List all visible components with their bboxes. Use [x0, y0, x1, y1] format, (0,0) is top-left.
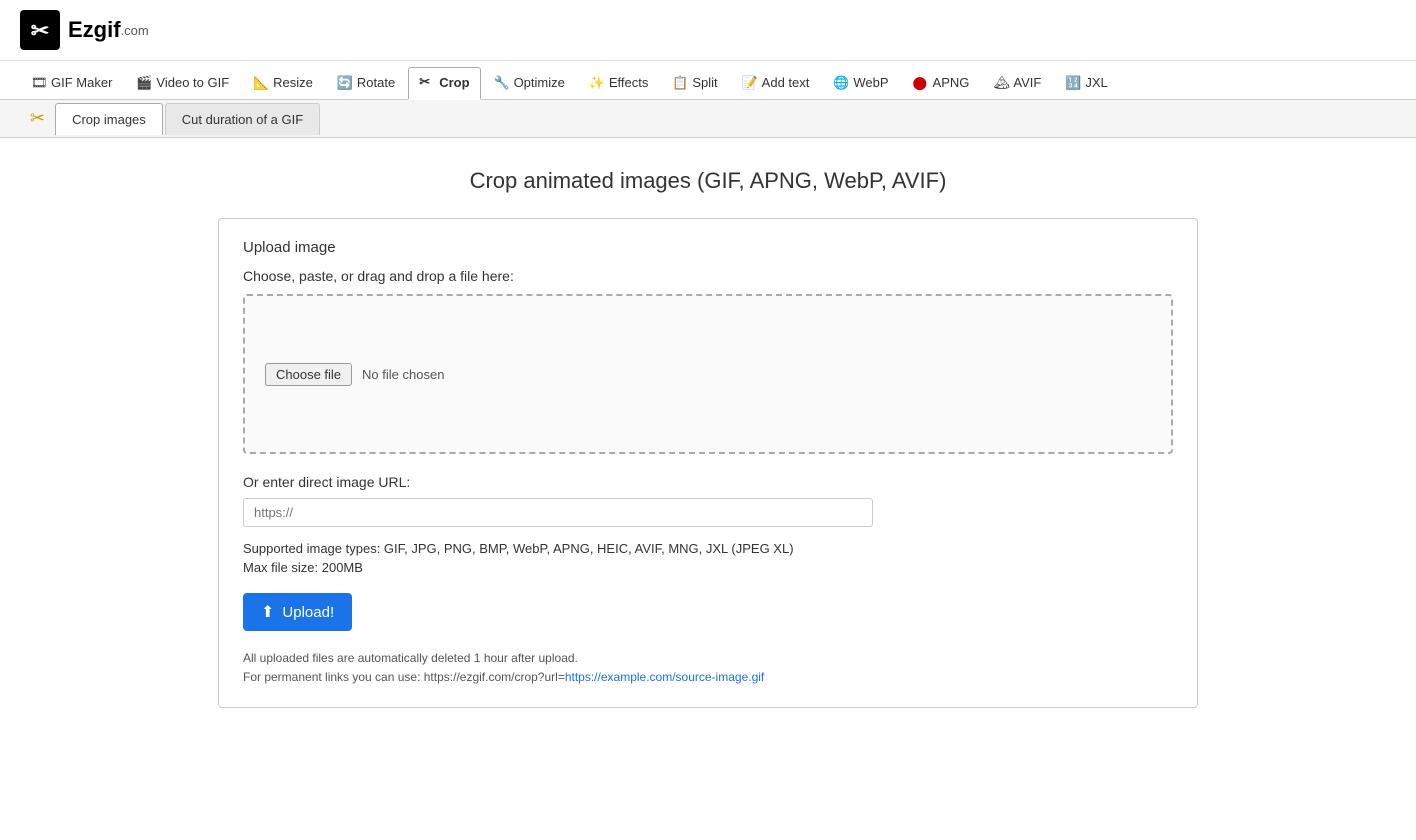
- upload-icon: ⬆: [261, 602, 274, 622]
- nav-label-crop: Crop: [439, 75, 469, 90]
- webp-icon: 🌐: [833, 75, 849, 91]
- footer-note2-link[interactable]: https://example.com/source-image.gif: [565, 670, 764, 684]
- scissors-icon: ✂: [20, 100, 55, 137]
- gif-maker-icon: 🎞: [31, 75, 47, 91]
- site-tld: .com: [121, 23, 149, 38]
- nav-label-avif: AVIF: [1013, 75, 1041, 90]
- main-content: Crop animated images (GIF, APNG, WebP, A…: [0, 138, 1416, 738]
- footer-note2: For permanent links you can use: https:/…: [243, 668, 1173, 687]
- optimize-icon: 🔧: [494, 75, 510, 91]
- nav-label-resize: Resize: [273, 75, 313, 90]
- footer-note1: All uploaded files are automatically del…: [243, 649, 1173, 668]
- nav-label-video-to-gif: Video to GIF: [156, 75, 229, 90]
- upload-card: Upload image Choose, paste, or drag and …: [218, 218, 1198, 708]
- nav-label-effects: Effects: [609, 75, 649, 90]
- footer-note2-prefix: For permanent links you can use: https:/…: [243, 670, 565, 684]
- header: ✂ Ezgif.com: [0, 0, 1416, 61]
- svg-text:✂: ✂: [31, 18, 49, 43]
- upload-button-label: Upload!: [282, 604, 334, 621]
- jxl-icon: 🔢: [1065, 75, 1081, 91]
- subtab-crop-images[interactable]: Crop images: [55, 103, 163, 135]
- subtabs-bar: ✂ Crop images Cut duration of a GIF: [0, 100, 1416, 138]
- max-size-label: Max file size: 200MB: [243, 560, 1173, 575]
- nav-label-add-text: Add text: [762, 75, 810, 90]
- rotate-icon: 🔄: [337, 75, 353, 91]
- nav-item-crop[interactable]: ✂ Crop: [408, 67, 480, 100]
- nav-item-optimize[interactable]: 🔧 Optimize: [483, 68, 576, 99]
- crop-icon: ✂: [419, 74, 435, 90]
- upload-instructions: Choose, paste, or drag and drop a file h…: [243, 268, 1173, 284]
- split-icon: 📋: [672, 75, 688, 91]
- site-logo[interactable]: ✂ Ezgif.com: [20, 10, 149, 50]
- nav-label-jxl: JXL: [1085, 75, 1107, 90]
- nav-item-split[interactable]: 📋 Split: [661, 68, 728, 99]
- subtab-cut-duration[interactable]: Cut duration of a GIF: [165, 103, 320, 135]
- site-name: Ezgif: [68, 17, 121, 43]
- nav-item-add-text[interactable]: 📝 Add text: [731, 68, 821, 99]
- upload-card-heading: Upload image: [243, 239, 1173, 256]
- no-file-label: No file chosen: [362, 367, 444, 382]
- nav-item-avif[interactable]: 🏔 AVIF: [982, 68, 1052, 99]
- url-input[interactable]: [243, 498, 873, 527]
- add-text-icon: 📝: [742, 75, 758, 91]
- nav-label-rotate: Rotate: [357, 75, 395, 90]
- supported-types-label: Supported image types: GIF, JPG, PNG, BM…: [243, 541, 1173, 556]
- file-input-wrapper: Choose file No file chosen: [265, 363, 444, 386]
- url-label: Or enter direct image URL:: [243, 474, 1173, 490]
- main-nav: 🎞 GIF Maker 🎬 Video to GIF 📐 Resize 🔄 Ro…: [0, 61, 1416, 100]
- effects-icon: ✨: [589, 75, 605, 91]
- nav-item-effects[interactable]: ✨ Effects: [578, 68, 660, 99]
- nav-item-webp[interactable]: 🌐 WebP: [822, 68, 899, 99]
- nav-item-resize[interactable]: 📐 Resize: [242, 68, 324, 99]
- nav-item-apng[interactable]: ⬤ APNG: [902, 68, 981, 99]
- avif-icon: 🏔: [993, 75, 1009, 91]
- video-to-gif-icon: 🎬: [136, 75, 152, 91]
- nav-item-video-to-gif[interactable]: 🎬 Video to GIF: [125, 68, 240, 99]
- resize-icon: 📐: [253, 75, 269, 91]
- nav-item-rotate[interactable]: 🔄 Rotate: [326, 68, 406, 99]
- nav-item-jxl[interactable]: 🔢 JXL: [1054, 68, 1118, 99]
- drop-zone[interactable]: Choose file No file chosen: [243, 294, 1173, 454]
- nav-label-webp: WebP: [853, 75, 888, 90]
- nav-label-optimize: Optimize: [514, 75, 565, 90]
- choose-file-button[interactable]: Choose file: [265, 363, 352, 386]
- nav-label-gif-maker: GIF Maker: [51, 75, 112, 90]
- nav-label-apng: APNG: [933, 75, 970, 90]
- apng-icon: ⬤: [913, 75, 929, 91]
- nav-label-split: Split: [692, 75, 717, 90]
- upload-button[interactable]: ⬆ Upload!: [243, 593, 352, 631]
- footer-notes: All uploaded files are automatically del…: [243, 649, 1173, 687]
- page-title: Crop animated images (GIF, APNG, WebP, A…: [20, 168, 1396, 194]
- logo-icon: ✂: [20, 10, 60, 50]
- nav-item-gif-maker[interactable]: 🎞 GIF Maker: [20, 68, 123, 99]
